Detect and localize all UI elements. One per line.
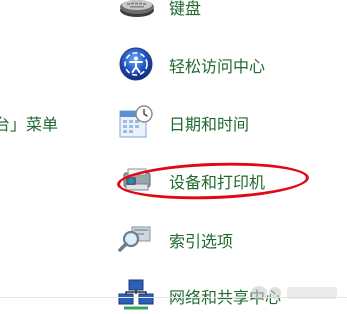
divider	[0, 297, 347, 298]
item-indexing-options[interactable]: 索引选项	[116, 219, 347, 259]
item-date-time[interactable]: 日期和时间	[116, 102, 347, 142]
item-indexing-options-label: 索引选项	[169, 232, 234, 251]
printer-camera-icon	[116, 160, 156, 200]
calendar-clock-icon	[116, 102, 156, 142]
item-devices-printers-label: 设备和打印机	[169, 173, 266, 192]
item-ease-of-access-label: 轻松访问中心	[169, 57, 266, 76]
menu-fragment-text: 台」菜单	[0, 115, 59, 134]
item-devices-printers[interactable]: 设备和打印机	[116, 160, 347, 200]
item-network-sharing-label: 网络和共享中心	[169, 288, 282, 307]
keyboard-icon	[116, 0, 156, 26]
ease-of-access-icon	[116, 44, 156, 84]
magnifier-icon	[116, 219, 156, 259]
network-icon	[116, 275, 156, 314]
item-keyboard-label: 键盘	[169, 0, 202, 18]
control-panel-list: 台」菜单 键盘 轻松访问中心 日期和时间 设备和打印机 索引选项 网络和共享中心	[0, 0, 347, 314]
item-date-time-label: 日期和时间	[169, 115, 250, 134]
item-keyboard[interactable]: 键盘	[116, 0, 347, 26]
item-network-sharing[interactable]: 网络和共享中心	[116, 275, 347, 314]
item-ease-of-access[interactable]: 轻松访问中心	[116, 44, 347, 84]
